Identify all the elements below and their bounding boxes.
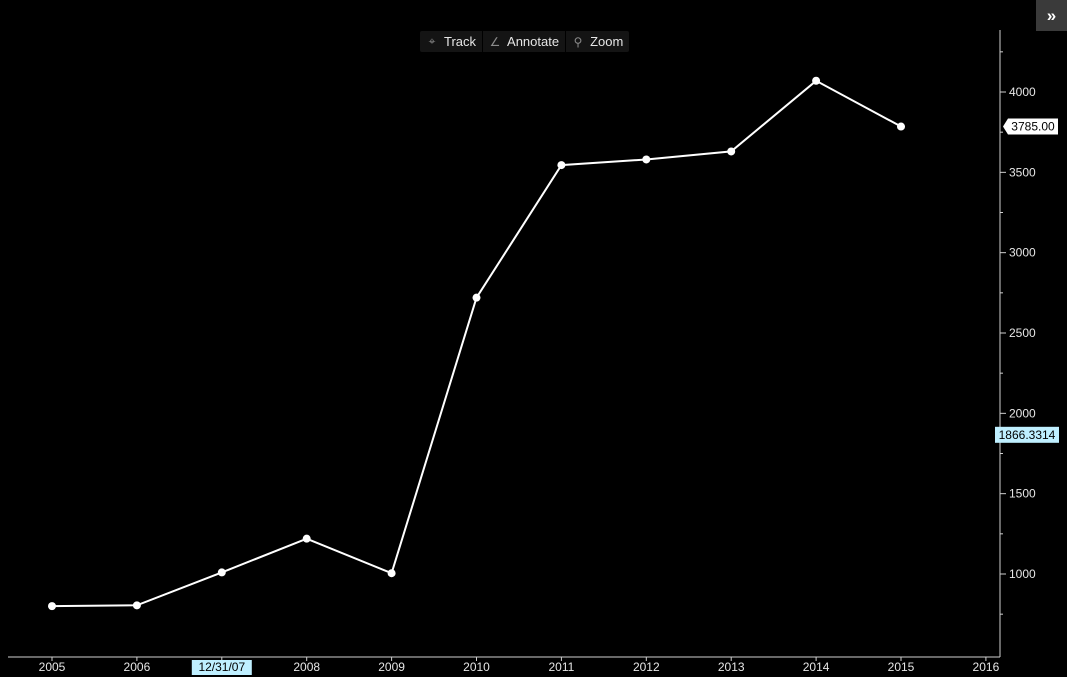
zoom-label: Zoom: [590, 34, 624, 49]
annotate-label: Annotate: [507, 34, 560, 49]
x-tick-label: 2013: [718, 660, 745, 674]
x-tick-label: 2010: [463, 660, 490, 674]
data-point: [302, 534, 311, 543]
x-tick-label: 2011: [548, 660, 574, 674]
data-point: [557, 161, 566, 170]
x-tick-label: 2005: [39, 660, 66, 674]
x-tick-label: 2006: [124, 660, 151, 674]
data-point: [642, 155, 651, 164]
x-tick-label: 2008: [293, 660, 320, 674]
y-crosshair-label: 1866.3314: [999, 428, 1056, 442]
last-value-label: 3785.00: [1011, 120, 1055, 134]
data-point: [387, 569, 396, 578]
x-tick-label: 2009: [378, 660, 405, 674]
x-tick-label: 2012: [633, 660, 660, 674]
annotate-button[interactable]: ∠ Annotate: [483, 31, 567, 52]
y-tick-label: 2500: [1009, 326, 1036, 340]
x-tick-label: 2014: [803, 660, 830, 674]
y-tick-label: 2000: [1009, 406, 1036, 420]
series-line: [51, 79, 902, 608]
track-button[interactable]: ⌖ Track: [420, 31, 484, 52]
x-tick-label: 2016: [973, 660, 1000, 674]
y-tick-label: 4000: [1009, 85, 1036, 99]
x-cursor-label: 12/31/07: [198, 660, 245, 674]
x-tick-label: 2015: [888, 660, 915, 674]
data-point: [132, 601, 141, 610]
pencil-icon: ∠: [489, 34, 501, 49]
data-point: [217, 568, 226, 577]
data-point: [897, 122, 905, 131]
data-point: [812, 76, 821, 85]
y-tick-label: 1000: [1009, 567, 1036, 581]
data-point: [472, 293, 481, 302]
data-point: [727, 147, 736, 156]
y-tick-label: 1500: [1009, 487, 1036, 501]
expand-panel-button[interactable]: »: [1036, 0, 1067, 31]
track-label: Track: [444, 34, 477, 49]
y-tick-label: 3000: [1009, 246, 1036, 260]
data-point: [48, 602, 56, 611]
crosshair-icon: ⌖: [428, 34, 436, 48]
magnifier-icon: ⚲: [573, 34, 583, 49]
zoom-button[interactable]: ⚲ Zoom: [566, 31, 629, 52]
double-chevron-right-icon: »: [1046, 5, 1057, 25]
chart-toolbar: ⌖ Track ∠ Annotate ⚲ Zoom: [420, 31, 630, 52]
y-tick-label: 3500: [1009, 165, 1036, 179]
line-chart[interactable]: 1000 1500 2000 2500 3000 3500 4000 2005 2006 2008…: [0, 0, 1067, 677]
